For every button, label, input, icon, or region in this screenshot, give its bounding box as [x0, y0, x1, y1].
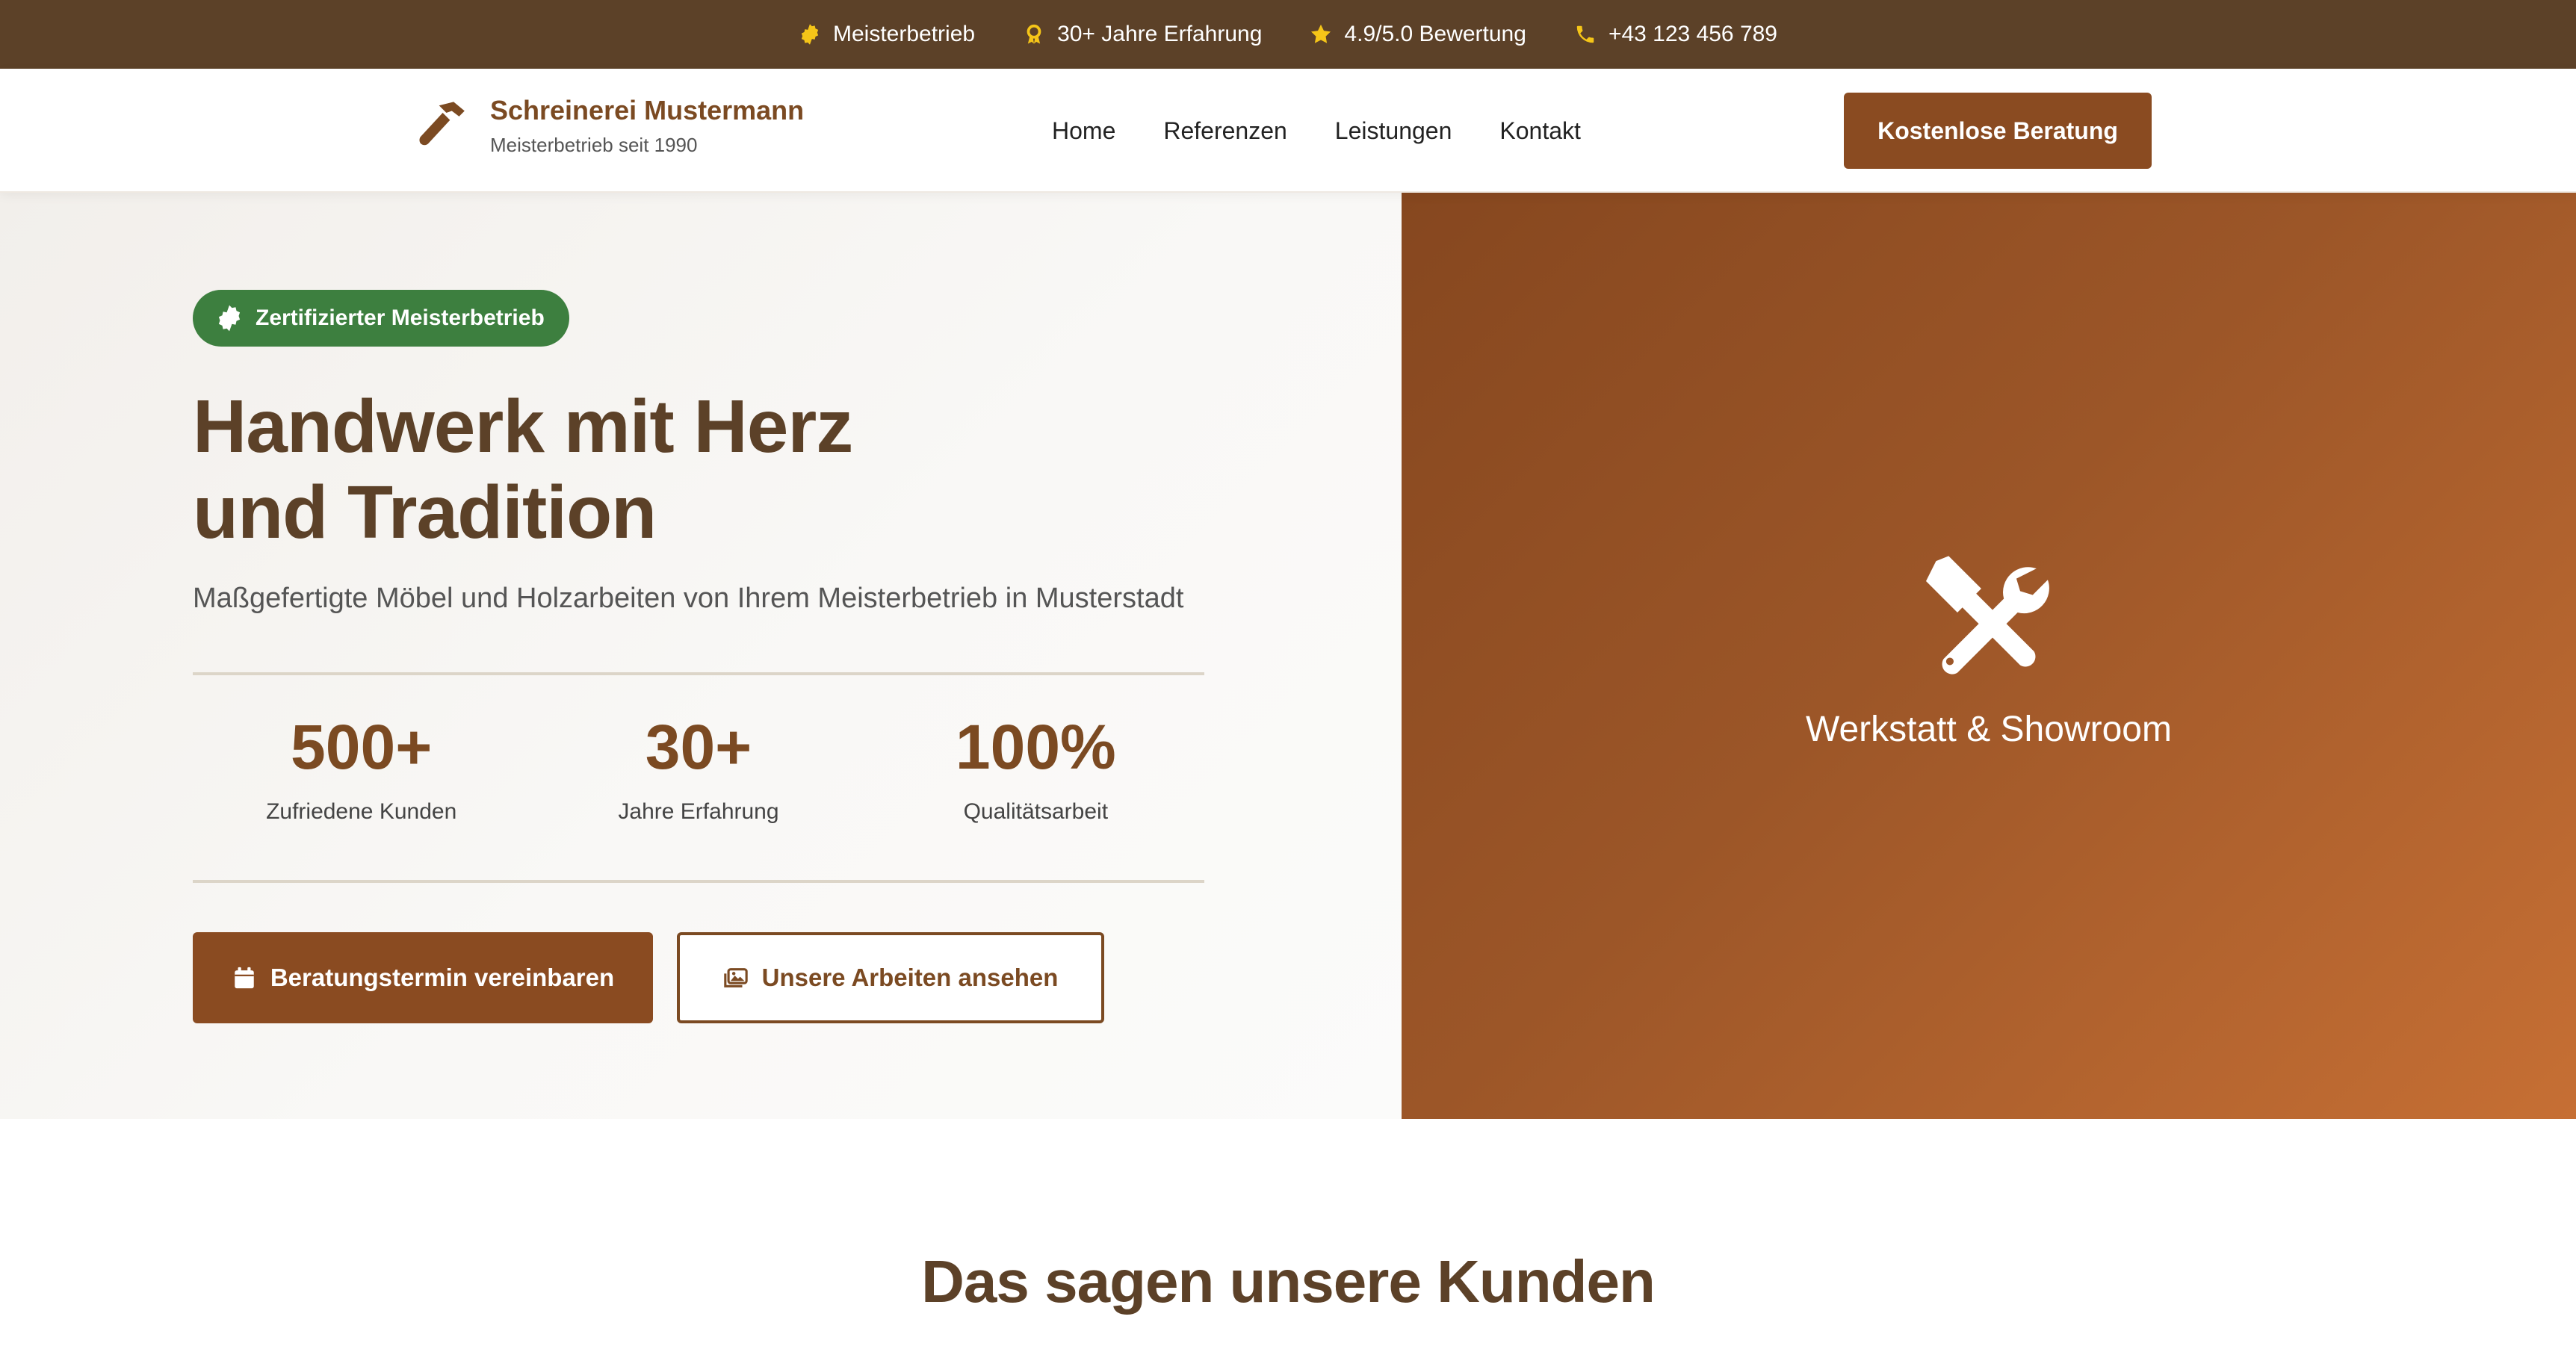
phone-icon	[1576, 25, 1594, 43]
topbar-item-meisterbetrieb: Meisterbetrieb	[799, 22, 975, 47]
stat-value: 100%	[955, 712, 1116, 782]
stat-value: 500+	[291, 712, 433, 782]
nav-home[interactable]: Home	[1052, 117, 1115, 145]
topbar-item-rating: 4.9/5.0 Bewertung	[1310, 22, 1526, 47]
divider	[193, 880, 1204, 883]
topbar-label: Meisterbetrieb	[832, 22, 976, 46]
button-label: Unsere Arbeiten ansehen	[761, 964, 1059, 991]
logo[interactable]: Schreinerei Mustermann Meisterbetrieb se…	[415, 94, 804, 157]
stat-label: Qualitätsarbeit	[963, 799, 1109, 824]
images-icon	[723, 968, 748, 987]
testimonials-title: Das sagen unsere Kunden	[921, 1248, 1656, 1315]
calendar-icon	[235, 967, 254, 989]
star-icon	[1311, 24, 1331, 43]
workshop-image-placeholder: Werkstatt & Showroom	[1402, 193, 2576, 1119]
stat-years: 30+ Jahre Erfahrung	[530, 716, 867, 850]
topbar-item-experience: 30+ Jahre Erfahrung	[1023, 22, 1262, 47]
certified-badge: Zertifizierter Meisterbetrieb	[193, 290, 569, 347]
hero-title-line1: Handwerk mit Herz	[193, 385, 853, 468]
nav-kontakt[interactable]: Kontakt	[1499, 117, 1581, 145]
hero-title-line2: und Tradition	[193, 471, 657, 554]
topbar-item-phone[interactable]: +43 123 456 789	[1574, 22, 1777, 47]
consultation-button[interactable]: Kostenlose Beratung	[1844, 93, 2152, 169]
tools-icon	[1926, 555, 2049, 674]
certificate-icon	[801, 24, 819, 45]
hero-subtitle: Maßgefertigte Möbel und Holzarbeiten von…	[193, 583, 1184, 614]
hero-title: Handwerk mit Herz und Tradition	[193, 384, 1239, 556]
topbar-label: 4.9/5.0 Bewertung	[1344, 22, 1526, 46]
stat-label: Zufriedene Kunden	[266, 799, 457, 824]
certificate-icon	[218, 305, 241, 332]
hammer-icon	[415, 96, 474, 155]
view-work-button[interactable]: Unsere Arbeiten ansehen	[677, 932, 1104, 1023]
site-header: Schreinerei Mustermann Meisterbetrieb se…	[0, 69, 2576, 193]
stat-quality: 100% Qualitätsarbeit	[867, 716, 1204, 850]
top-info-bar: Meisterbetrieb 30+ Jahre Erfahrung 4.9/5…	[0, 0, 2576, 69]
stat-customers: 500+ Zufriedene Kunden	[193, 716, 530, 850]
stat-label: Jahre Erfahrung	[618, 799, 779, 824]
image-caption: Werkstatt & Showroom	[1806, 709, 2172, 749]
stats-row: 500+ Zufriedene Kunden 30+ Jahre Erfahru…	[193, 716, 1204, 850]
topbar-phone-label[interactable]: +43 123 456 789	[1609, 22, 1777, 47]
badge-label: Zertifizierter Meisterbetrieb	[256, 306, 545, 330]
nav-leistungen[interactable]: Leistungen	[1335, 117, 1452, 145]
stat-value: 30+	[645, 712, 752, 782]
button-label: Beratungstermin vereinbaren	[270, 964, 615, 991]
topbar-label: 30+ Jahre Erfahrung	[1057, 22, 1263, 46]
divider	[193, 672, 1204, 675]
logo-subtitle: Meisterbetrieb seit 1990	[490, 134, 698, 157]
book-appointment-button[interactable]: Beratungstermin vereinbaren	[193, 932, 653, 1023]
main-nav: Home Referenzen Leistungen Kontakt	[1052, 69, 1581, 193]
logo-title: Schreinerei Mustermann	[490, 95, 805, 125]
award-icon	[1027, 24, 1041, 44]
nav-referenzen[interactable]: Referenzen	[1163, 117, 1287, 145]
